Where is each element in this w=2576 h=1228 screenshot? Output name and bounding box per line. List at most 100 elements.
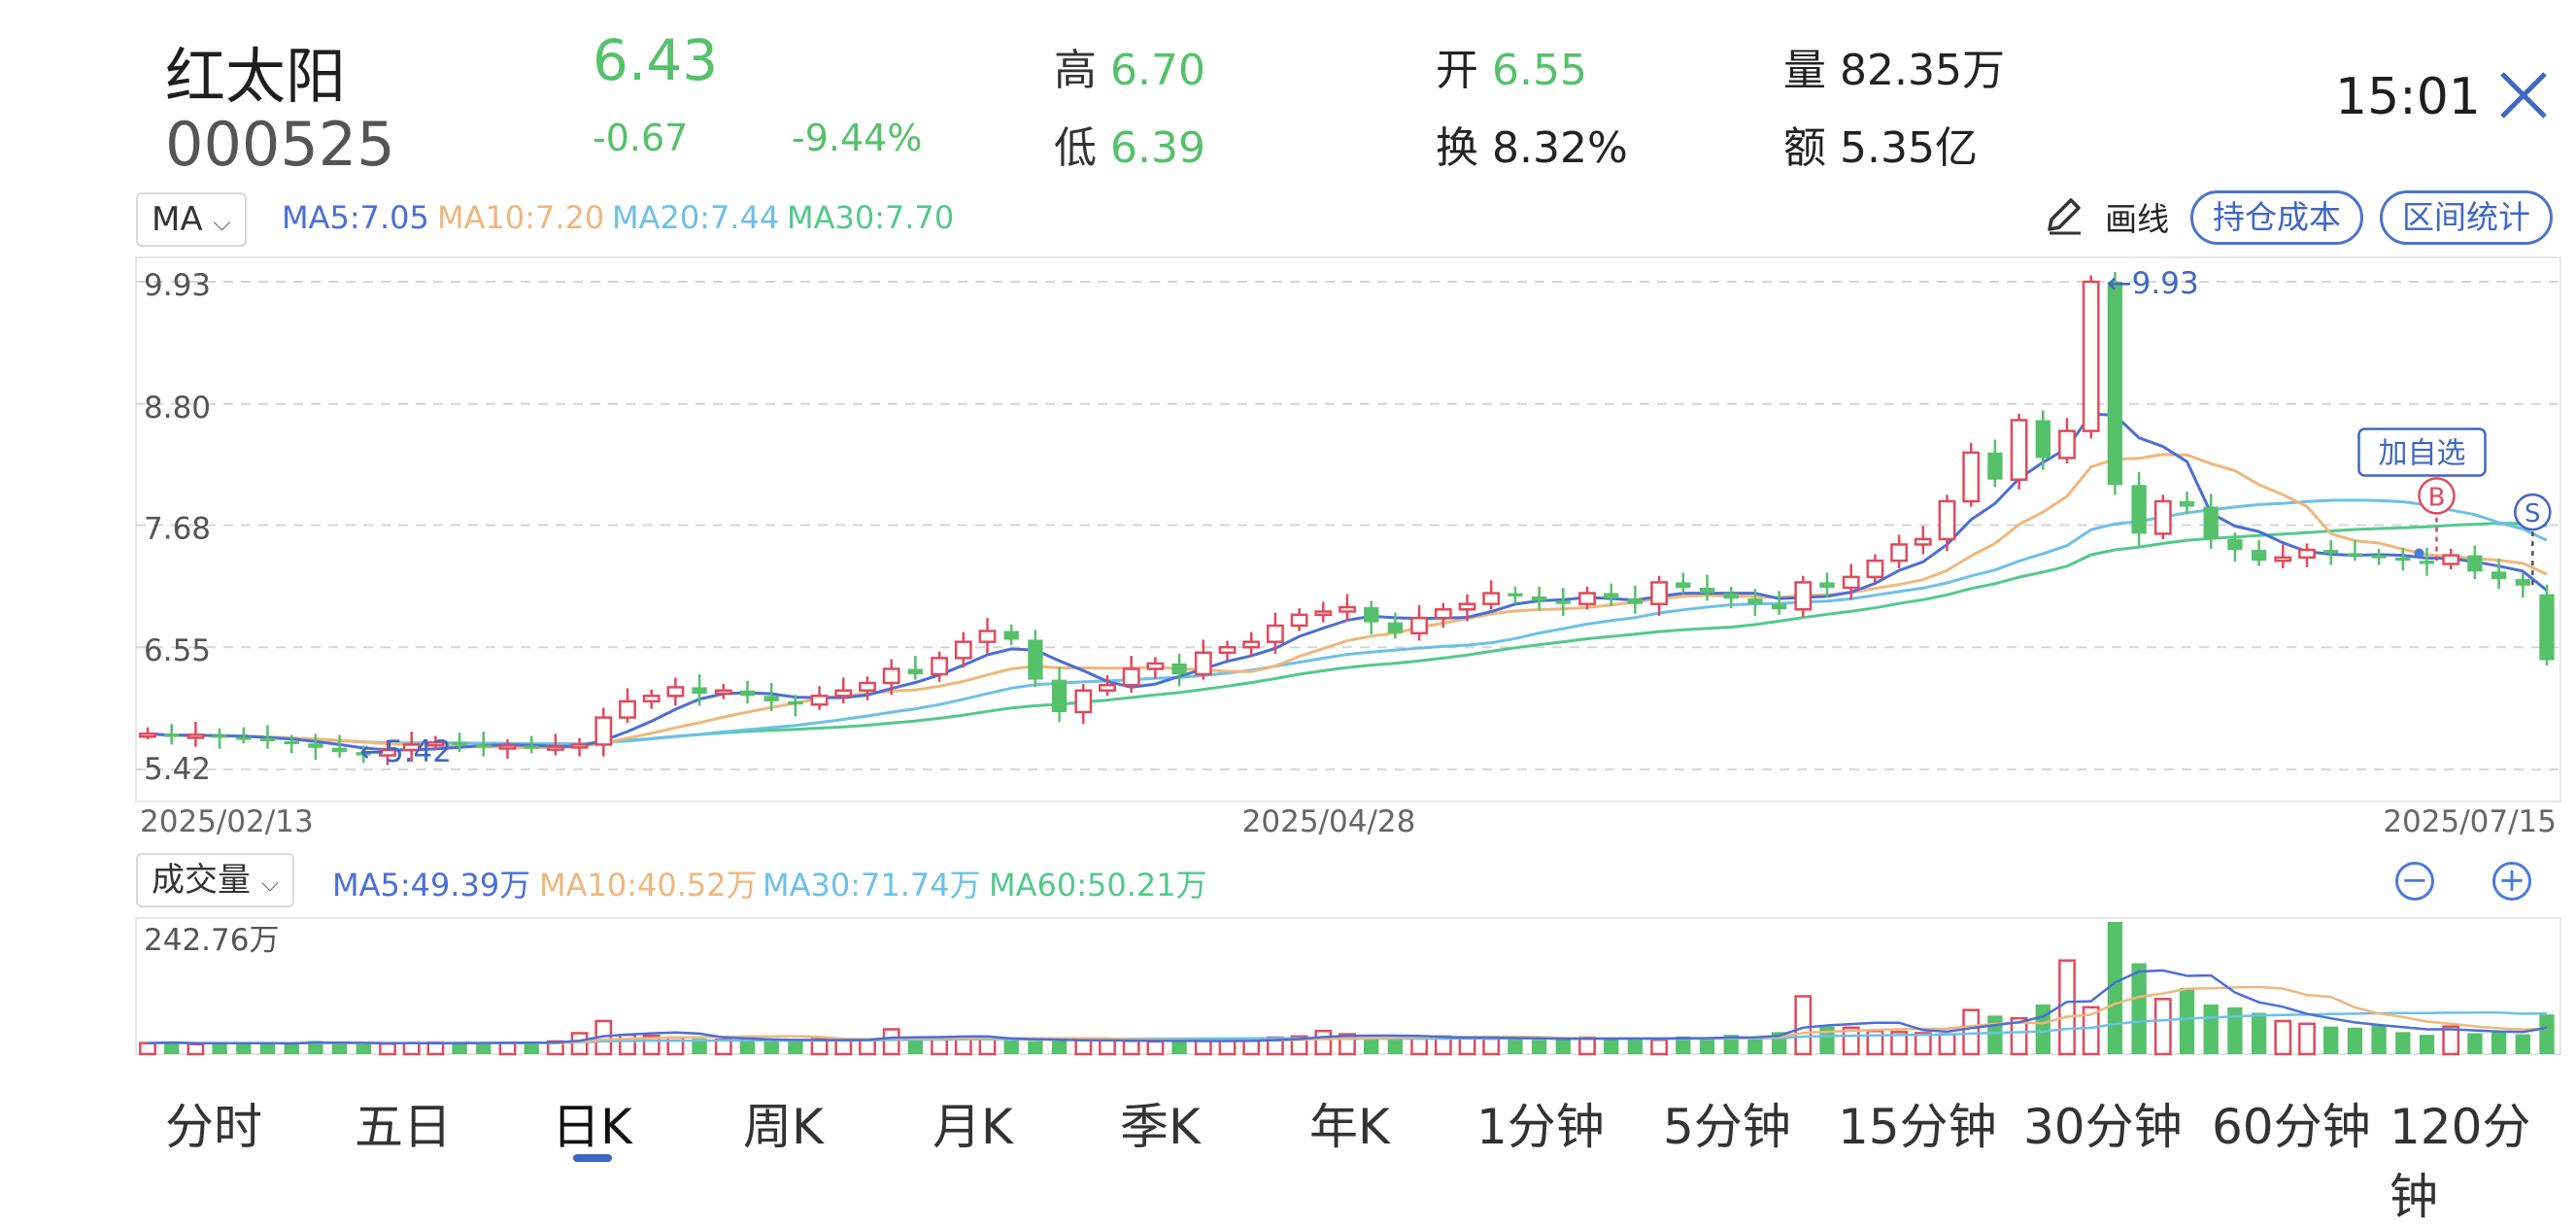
candle-body xyxy=(2153,499,2172,535)
tab-4[interactable]: 周K xyxy=(743,1088,824,1158)
candle-body xyxy=(1627,598,1644,604)
volume-select-label: 成交量 xyxy=(152,861,251,900)
volume-bar xyxy=(859,1039,876,1056)
vol-ma5-legend: MA5:49.39万 xyxy=(332,867,531,904)
candle-body xyxy=(1914,537,1932,546)
y-tick-label: 5.42 xyxy=(144,752,211,787)
y-tick-label: 8.80 xyxy=(144,391,211,426)
volume-bar xyxy=(476,1043,491,1054)
volume-bar xyxy=(2227,1006,2243,1054)
zoom-out-icon[interactable]: − xyxy=(2395,862,2434,901)
candle-body xyxy=(2442,554,2460,565)
volume-bar xyxy=(2298,1022,2316,1056)
tab-1[interactable]: 分时 xyxy=(165,1088,262,1158)
candle-body xyxy=(1866,559,1884,579)
open-stat: 开 6.55 xyxy=(1436,35,1587,97)
candle-body xyxy=(1218,645,1237,655)
hold-cost-button[interactable]: 持仓成本 xyxy=(2190,190,2363,245)
volume-bar xyxy=(2419,1035,2435,1054)
candle-body xyxy=(907,668,924,675)
chart-frame xyxy=(135,256,2561,802)
candle-body xyxy=(1194,651,1212,676)
range-stats-button[interactable]: 区间统计 xyxy=(2380,190,2553,245)
candle-body xyxy=(1482,592,1501,605)
volume-bar xyxy=(139,1041,156,1056)
volume-bar xyxy=(1555,1039,1571,1054)
current-price: 6.43 xyxy=(593,27,719,93)
candle-body xyxy=(570,743,589,749)
ma20-legend: MA20:7.44 xyxy=(612,199,780,236)
candle-body xyxy=(2058,429,2076,460)
candlestick-chart[interactable]: 9.93 8.80 7.68 6.55 5.42 ←9.93 ←5.42 2025/02/13… xyxy=(0,253,2576,845)
candle-body xyxy=(1676,582,1691,589)
draw-line-button[interactable]: 画线 xyxy=(2042,192,2169,247)
candle-body xyxy=(1819,582,1835,589)
volume-chart[interactable]: 242.76万 xyxy=(0,913,2576,1059)
candle-body xyxy=(546,745,564,751)
indicator-select[interactable]: MA ⌵ xyxy=(136,192,247,247)
high-value: 6.70 xyxy=(1110,46,1205,95)
y-tick-label: 7.68 xyxy=(144,511,211,546)
tab-5[interactable]: 月K xyxy=(932,1088,1013,1158)
volume-bar xyxy=(1458,1036,1476,1056)
min-price-marker: ←5.42 xyxy=(359,734,452,769)
low-label: 低 xyxy=(1054,123,1097,173)
candle-body xyxy=(1387,622,1404,633)
candle-body xyxy=(2082,280,2100,432)
volume-bar xyxy=(1074,1039,1093,1056)
tab-2[interactable]: 五日 xyxy=(355,1088,452,1158)
x-tick-label: 2025/07/15 xyxy=(2383,804,2557,839)
volume-bar xyxy=(1699,1038,1715,1054)
candle-body xyxy=(1028,639,1043,680)
volume-stat: 量 82.35万 xyxy=(1783,35,2005,97)
candle-body xyxy=(1987,452,2003,480)
active-tab-indicator xyxy=(573,1154,612,1162)
amount-value: 5.35亿 xyxy=(1840,123,1978,173)
candle-body xyxy=(1890,543,1909,563)
candle-body xyxy=(931,657,949,676)
tab-6[interactable]: 季K xyxy=(1120,1088,1201,1158)
x-tick-label: 2025/02/13 xyxy=(140,804,314,839)
volume-bar xyxy=(1938,1033,1956,1056)
volume-bar xyxy=(1051,1040,1068,1054)
tab-9[interactable]: 5分钟 xyxy=(1663,1088,1791,1158)
candle-body xyxy=(1122,667,1140,687)
volume-bar xyxy=(1218,1039,1237,1056)
high-label: 高 xyxy=(1054,46,1097,95)
volume-bar xyxy=(2491,1031,2507,1054)
close-icon[interactable] xyxy=(2496,68,2551,122)
volume-bar xyxy=(1794,995,1813,1056)
volume-bar xyxy=(2131,963,2147,1054)
volume-bar xyxy=(1099,1039,1116,1056)
volume-bar xyxy=(931,1037,949,1056)
tab-10[interactable]: 15分钟 xyxy=(1838,1088,1997,1158)
volume-bar xyxy=(1914,1032,1932,1056)
volume-bar xyxy=(1387,1038,1404,1054)
candle-body xyxy=(2371,555,2387,559)
candle-body xyxy=(1314,610,1333,617)
candle-body xyxy=(2395,557,2411,562)
tab-12[interactable]: 60分钟 xyxy=(2212,1088,2371,1158)
candle-body xyxy=(619,699,636,719)
tab-13[interactable]: 120分钟 xyxy=(2390,1088,2576,1228)
candle-body xyxy=(452,742,467,746)
zoom-in-icon[interactable]: + xyxy=(2492,862,2531,901)
tab-11[interactable]: 30分钟 xyxy=(2023,1088,2183,1158)
candle-body xyxy=(1051,679,1068,713)
vol-ma30-legend: MA30:71.74万 xyxy=(763,867,981,904)
amount-stat: 额 5.35亿 xyxy=(1783,113,1978,175)
tab-3[interactable]: 日K xyxy=(552,1088,632,1162)
volume-bar xyxy=(212,1043,227,1054)
candle-body xyxy=(1938,499,1956,541)
volume-indicator-select[interactable]: 成交量 ⌵ xyxy=(136,853,295,907)
current-time: 15:01 xyxy=(2335,68,2481,126)
tab-8[interactable]: 1分钟 xyxy=(1476,1088,1605,1158)
candle-body xyxy=(331,747,348,753)
stock-name: 红太阳 xyxy=(165,41,347,112)
volume-bar xyxy=(1146,1040,1165,1056)
volume-bar xyxy=(1364,1039,1379,1054)
add-watchlist-label: 加自选 xyxy=(2379,436,2466,470)
candle-body xyxy=(308,743,323,748)
tab-7[interactable]: 年K xyxy=(1309,1088,1390,1158)
candle-body xyxy=(2539,594,2555,661)
